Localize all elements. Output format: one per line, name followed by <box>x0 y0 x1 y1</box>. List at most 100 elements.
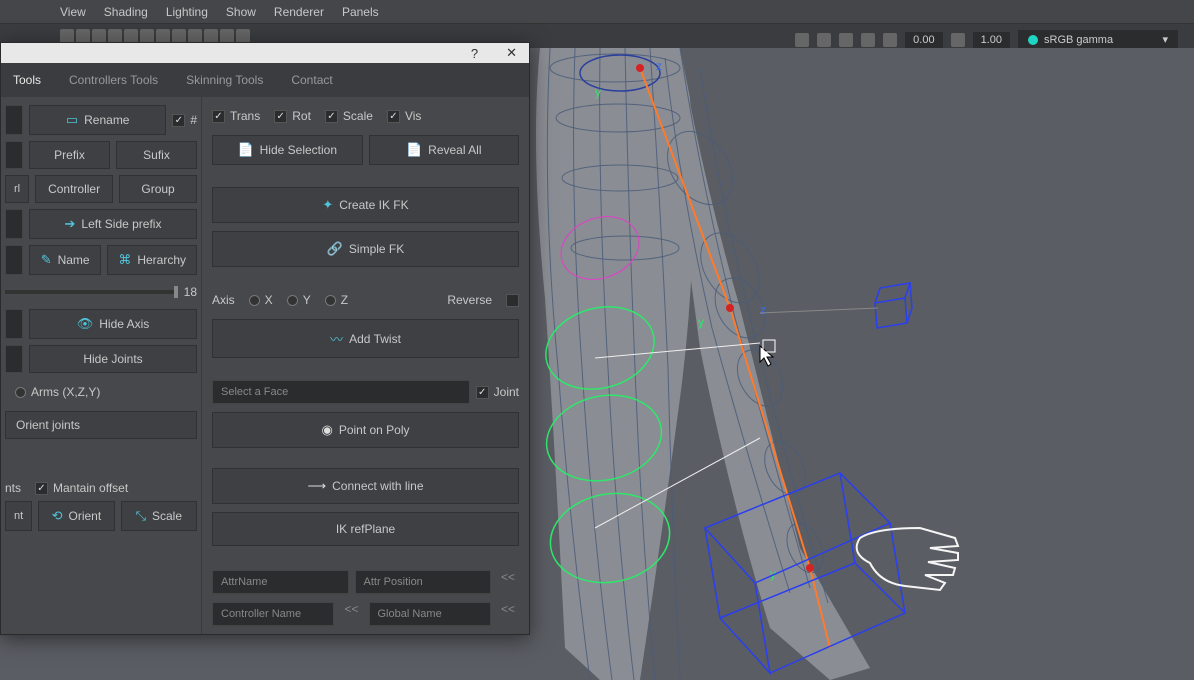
hide-selection-button[interactable]: 📄 Hide Selection <box>212 135 363 165</box>
scale-checkbox[interactable]: ✓Scale <box>325 109 373 123</box>
rot-checkbox[interactable]: ✓Rot <box>274 109 311 123</box>
chain-icon: 🔗 <box>327 241 343 257</box>
tool-icon[interactable] <box>220 29 234 43</box>
scale-button[interactable]: ⤡ Scale <box>121 501 197 531</box>
colorspace-label: sRGB gamma <box>1044 34 1113 46</box>
tool-icon[interactable] <box>108 29 122 43</box>
create-ikfk-button[interactable]: ✦ Create IK FK <box>212 187 519 223</box>
chevron-down-icon: ▾ <box>1162 33 1168 46</box>
point-on-poly-button[interactable]: ◉ Point on Poly <box>212 412 519 448</box>
menu-renderer[interactable]: Renderer <box>274 5 324 19</box>
slider[interactable]: 18 <box>5 281 197 303</box>
globalname-input[interactable]: Global Name <box>369 602 491 626</box>
icon[interactable] <box>883 33 897 47</box>
document-icon: 📄 <box>406 142 422 158</box>
tool-icon[interactable] <box>124 29 138 43</box>
tool-icon[interactable] <box>172 29 186 43</box>
svg-text:z: z <box>760 303 766 317</box>
numeric-value-2[interactable]: 1.00 <box>973 32 1010 48</box>
reverse-label: Reverse <box>447 293 492 307</box>
tab-skinning-tools[interactable]: Skinning Tools <box>178 69 271 91</box>
tool-icon[interactable] <box>60 29 74 43</box>
menu-show[interactable]: Show <box>226 5 256 19</box>
document-icon: 📄 <box>237 142 253 158</box>
point-icon: ◉ <box>321 422 332 438</box>
icon[interactable] <box>795 33 809 47</box>
icon[interactable] <box>817 33 831 47</box>
orient-joints-button[interactable]: Orient joints <box>5 411 197 439</box>
slider-value: 18 <box>184 285 197 299</box>
rename-button[interactable]: ▭ Rename <box>29 105 166 135</box>
ik-refplane-button[interactable]: IK refPlane <box>212 512 519 546</box>
controllername-input[interactable]: Controller Name <box>212 602 334 626</box>
sufix-button[interactable]: Sufix <box>116 141 197 169</box>
prefix-button[interactable]: Prefix <box>29 141 110 169</box>
nt-button[interactable]: nt <box>5 501 32 531</box>
menu-panels[interactable]: Panels <box>342 5 379 19</box>
x-radio[interactable]: X <box>249 293 273 307</box>
input[interactable] <box>5 141 23 169</box>
tab-contact[interactable]: Contact <box>283 69 340 91</box>
tab-tools[interactable]: Tools <box>5 69 49 91</box>
colorspace-icon <box>1028 35 1038 45</box>
numeric-value-1[interactable]: 0.00 <box>905 32 942 48</box>
mantain-offset-checkbox[interactable]: ✓Mantain offset <box>35 481 128 495</box>
add-twist-button[interactable]: 〰 Add Twist <box>212 319 519 358</box>
help-button[interactable]: ? <box>463 46 486 61</box>
menu-shading[interactable]: Shading <box>104 5 148 19</box>
colorspace-dropdown[interactable]: sRGB gamma ▾ <box>1018 30 1178 49</box>
icon[interactable] <box>951 33 965 47</box>
input[interactable] <box>5 309 23 339</box>
arrows-button[interactable]: << <box>340 602 362 626</box>
controller-button[interactable]: Controller <box>35 175 113 203</box>
connect-icon: ⟶ <box>307 478 326 494</box>
attrpos-input[interactable]: Attr Position <box>355 570 492 594</box>
input[interactable] <box>5 105 23 135</box>
icon[interactable] <box>861 33 875 47</box>
simple-fk-button[interactable]: 🔗 Simple FK <box>212 231 519 267</box>
axis-label: Axis <box>212 293 235 307</box>
tool-icon[interactable] <box>92 29 106 43</box>
herarchy-button[interactable]: ⌘ Herarchy <box>107 245 197 275</box>
group-button[interactable]: Group <box>119 175 197 203</box>
connect-with-line-button[interactable]: ⟶ Connect with line <box>212 468 519 504</box>
hide-joints-button[interactable]: Hide Joints <box>29 345 197 373</box>
tool-icon[interactable] <box>156 29 170 43</box>
tool-icon[interactable] <box>188 29 202 43</box>
joint-checkbox[interactable]: ✓Joint <box>476 380 519 404</box>
reveal-all-button[interactable]: 📄 Reveal All <box>369 135 520 165</box>
twist-icon: 〰 <box>330 329 343 348</box>
z-radio[interactable]: Z <box>325 293 348 307</box>
tab-controllers-tools[interactable]: Controllers Tools <box>61 69 166 91</box>
hide-axis-button[interactable]: 👁 Hide Axis <box>29 309 197 339</box>
select-face-input[interactable]: Select a Face <box>212 380 470 404</box>
left-side-prefix-button[interactable]: ➔ Left Side prefix <box>29 209 197 239</box>
arrow-right-icon: ➔ <box>65 216 76 232</box>
tool-icon[interactable] <box>76 29 90 43</box>
tool-icon[interactable] <box>140 29 154 43</box>
menu-view[interactable]: View <box>60 5 86 19</box>
arrows-button[interactable]: << <box>497 602 519 626</box>
hash-checkbox[interactable]: ✓# <box>172 105 197 135</box>
rl-button[interactable]: rl <box>5 175 29 203</box>
orient-button[interactable]: ⟲ Orient <box>38 501 114 531</box>
window-titlebar[interactable]: ? ✕ <box>1 43 529 63</box>
input[interactable] <box>5 209 23 239</box>
tool-icon[interactable] <box>236 29 250 43</box>
name-button[interactable]: ✎ Name <box>29 245 101 275</box>
arms-radio[interactable]: Arms (X,Z,Y) <box>5 379 197 405</box>
tool-icon[interactable] <box>204 29 218 43</box>
attrname-input[interactable]: AttrName <box>212 570 349 594</box>
y-radio[interactable]: Y <box>287 293 311 307</box>
rigging-tool-window: ? ✕ Tools Controllers Tools Skinning Too… <box>0 42 530 635</box>
vis-checkbox[interactable]: ✓Vis <box>387 109 421 123</box>
input[interactable] <box>5 345 23 373</box>
menu-lighting[interactable]: Lighting <box>166 5 208 19</box>
left-panel: ▭ Rename ✓# Prefix Sufix rl Controller G… <box>1 97 201 634</box>
trans-checkbox[interactable]: ✓Trans <box>212 109 260 123</box>
reverse-checkbox[interactable] <box>506 294 519 307</box>
close-button[interactable]: ✕ <box>498 45 525 61</box>
input[interactable] <box>5 245 23 275</box>
icon[interactable] <box>839 33 853 47</box>
arrows-button[interactable]: << <box>497 570 519 594</box>
